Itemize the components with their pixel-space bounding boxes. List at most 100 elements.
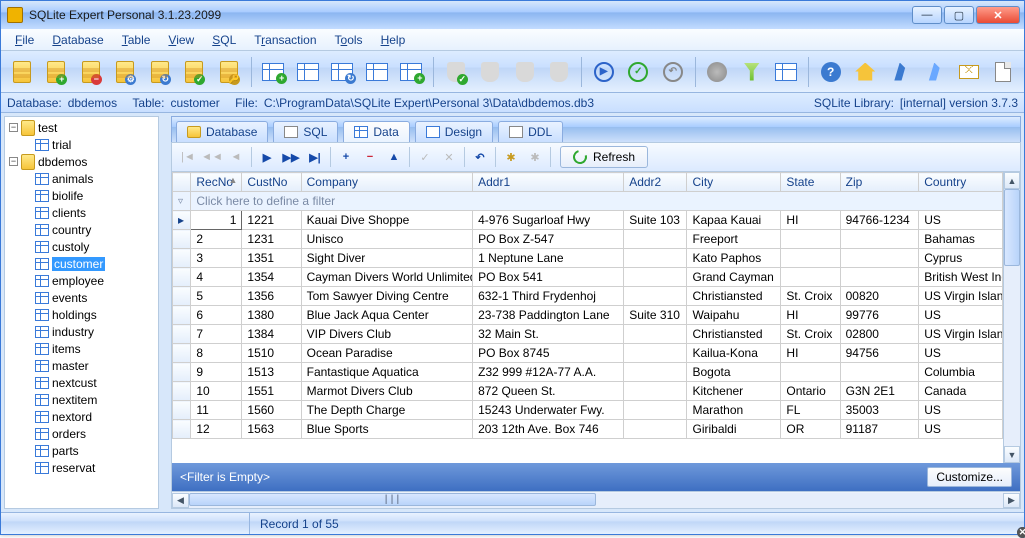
nav-nextpage-button[interactable]: ▶▶ (279, 146, 303, 168)
column-header-Zip[interactable]: Zip (840, 173, 919, 192)
nav-next-button[interactable]: ▶ (255, 146, 279, 168)
menu-sql[interactable]: SQL (204, 31, 244, 49)
table-row[interactable]: 71384VIP Divers Club32 Main St.Christian… (173, 325, 1003, 344)
grid-cell[interactable]: 1221 (242, 211, 301, 230)
row-header[interactable] (173, 173, 191, 192)
menu-database[interactable]: Database (44, 31, 111, 49)
table-row[interactable]: 111560The Depth Charge15243 Underwater F… (173, 401, 1003, 420)
column-header-RecNo[interactable]: RecNo▲ (191, 173, 242, 192)
grid-cell[interactable]: Ontario (781, 382, 840, 401)
tree-node-nextitem[interactable]: nextitem (5, 391, 158, 408)
db-settings-button[interactable]: ⚙ (109, 54, 143, 90)
row-indicator[interactable] (173, 230, 191, 249)
grid-cell[interactable]: US (919, 211, 1003, 230)
scroll-down-button[interactable]: ▼ (1004, 446, 1020, 463)
nav-delete-button[interactable]: − (358, 146, 382, 168)
mail-button[interactable] (952, 54, 986, 90)
row-indicator[interactable] (173, 287, 191, 306)
scroll-right-button[interactable]: ▶ (1003, 493, 1020, 508)
table-row[interactable]: 51356Tom Sawyer Diving Centre632-1 Third… (173, 287, 1003, 306)
grid-cell[interactable]: 4-976 Sugarloaf Hwy (473, 211, 624, 230)
home-button[interactable] (848, 54, 882, 90)
grid-cell[interactable]: 10 (191, 382, 242, 401)
grid-cell[interactable]: 02800 (840, 325, 919, 344)
grid-cell[interactable]: US (919, 401, 1003, 420)
grid-cell[interactable]: FL (781, 401, 840, 420)
grid-cell[interactable] (781, 249, 840, 268)
feedback-1-button[interactable] (883, 54, 917, 90)
grid-cell[interactable]: 632-1 Third Frydenhoj (473, 287, 624, 306)
grid-cell[interactable]: OR (781, 420, 840, 439)
tab-database[interactable]: Database (176, 121, 268, 142)
tree-node-dbdemos[interactable]: −dbdemos (5, 153, 158, 170)
tree-node-biolife[interactable]: biolife (5, 187, 158, 204)
grid-cell[interactable]: PO Box Z-547 (473, 230, 624, 249)
menu-help[interactable]: Help (373, 31, 414, 49)
tree-panel[interactable]: −test trial −dbdemos animalsbiolifeclien… (4, 116, 159, 509)
grid-cell[interactable]: US Virgin Islands (919, 287, 1003, 306)
grid-cell[interactable]: 12 (191, 420, 242, 439)
grid-cell[interactable]: The Depth Charge (301, 401, 473, 420)
grid-cell[interactable] (624, 249, 687, 268)
grid-cell[interactable]: 8 (191, 344, 242, 363)
grid-cell[interactable]: St. Croix (781, 287, 840, 306)
grid-cell[interactable]: 2 (191, 230, 242, 249)
filter-prompt[interactable]: Click here to define a filter (191, 192, 1003, 211)
tree-node-clients[interactable]: clients (5, 204, 158, 221)
scroll-thumb[interactable] (1004, 189, 1020, 266)
tab-sql[interactable]: SQL (273, 121, 338, 142)
row-indicator[interactable] (173, 401, 191, 420)
settings-gear-button[interactable] (700, 54, 734, 90)
nav-cancel-button[interactable]: ✕ (437, 146, 461, 168)
nav-last-button[interactable]: ▶| (303, 146, 327, 168)
data-grid[interactable]: RecNo▲CustNoCompanyAddr1Addr2CityStateZi… (172, 172, 1003, 463)
close-button[interactable]: ✕ (976, 6, 1020, 24)
row-indicator[interactable] (173, 306, 191, 325)
grid-cell[interactable]: 4 (191, 268, 242, 287)
row-indicator[interactable] (173, 249, 191, 268)
grid-cell[interactable]: US (919, 420, 1003, 439)
grid-cell[interactable]: 7 (191, 325, 242, 344)
grid-cell[interactable]: 1563 (242, 420, 301, 439)
grid-cell[interactable]: 9 (191, 363, 242, 382)
tree-node-test[interactable]: −test (5, 119, 158, 136)
grid-cell[interactable]: G3N 2E1 (840, 382, 919, 401)
table-row[interactable]: ▸11221Kauai Dive Shoppe4-976 Sugarloaf H… (173, 211, 1003, 230)
grid-cell[interactable]: Bogota (687, 363, 781, 382)
grid-cell[interactable] (840, 230, 919, 249)
grid-cell[interactable] (624, 382, 687, 401)
column-header-State[interactable]: State (781, 173, 840, 192)
horizontal-scrollbar[interactable]: ◀ ┃┃┃ ▶ (172, 491, 1020, 508)
grid-cell[interactable]: Kitchener (687, 382, 781, 401)
db-key-button[interactable]: 🔑 (212, 54, 246, 90)
tree-node-reservat[interactable]: reservat (5, 459, 158, 476)
grid-cell[interactable]: 91187 (840, 420, 919, 439)
table-row[interactable]: 31351Sight Diver1 Neptune LaneKato Papho… (173, 249, 1003, 268)
tab-ddl[interactable]: DDL (498, 121, 563, 142)
grid-cell[interactable]: 11 (191, 401, 242, 420)
grid-cell[interactable]: 1551 (242, 382, 301, 401)
grid-cell[interactable] (624, 325, 687, 344)
grid-cell[interactable]: 32 Main St. (473, 325, 624, 344)
grid-cell[interactable]: Ocean Paradise (301, 344, 473, 363)
column-header-Company[interactable]: Company (301, 173, 473, 192)
grid-cell[interactable]: 1513 (242, 363, 301, 382)
grid-cell[interactable]: Christiansted (687, 287, 781, 306)
column-header-Country[interactable]: Country (919, 173, 1003, 192)
grid-cell[interactable]: 35003 (840, 401, 919, 420)
grid-cell[interactable]: 1354 (242, 268, 301, 287)
menu-table[interactable]: Table (114, 31, 159, 49)
row-indicator[interactable] (173, 363, 191, 382)
nav-insert-button[interactable]: + (334, 146, 358, 168)
run-back-button[interactable]: ↶ (656, 54, 690, 90)
grid-cell[interactable]: HI (781, 344, 840, 363)
action-3-button[interactable]: ↻ (508, 54, 542, 90)
table-new-button[interactable]: + (257, 54, 291, 90)
grid-cell[interactable]: 1 (191, 211, 242, 230)
table-refresh-button[interactable]: ↻ (326, 54, 360, 90)
grid-cell[interactable] (624, 401, 687, 420)
grid-cell[interactable]: US (919, 306, 1003, 325)
grid-cell[interactable]: PO Box 8745 (473, 344, 624, 363)
grid-cell[interactable] (840, 268, 919, 287)
row-indicator[interactable] (173, 325, 191, 344)
